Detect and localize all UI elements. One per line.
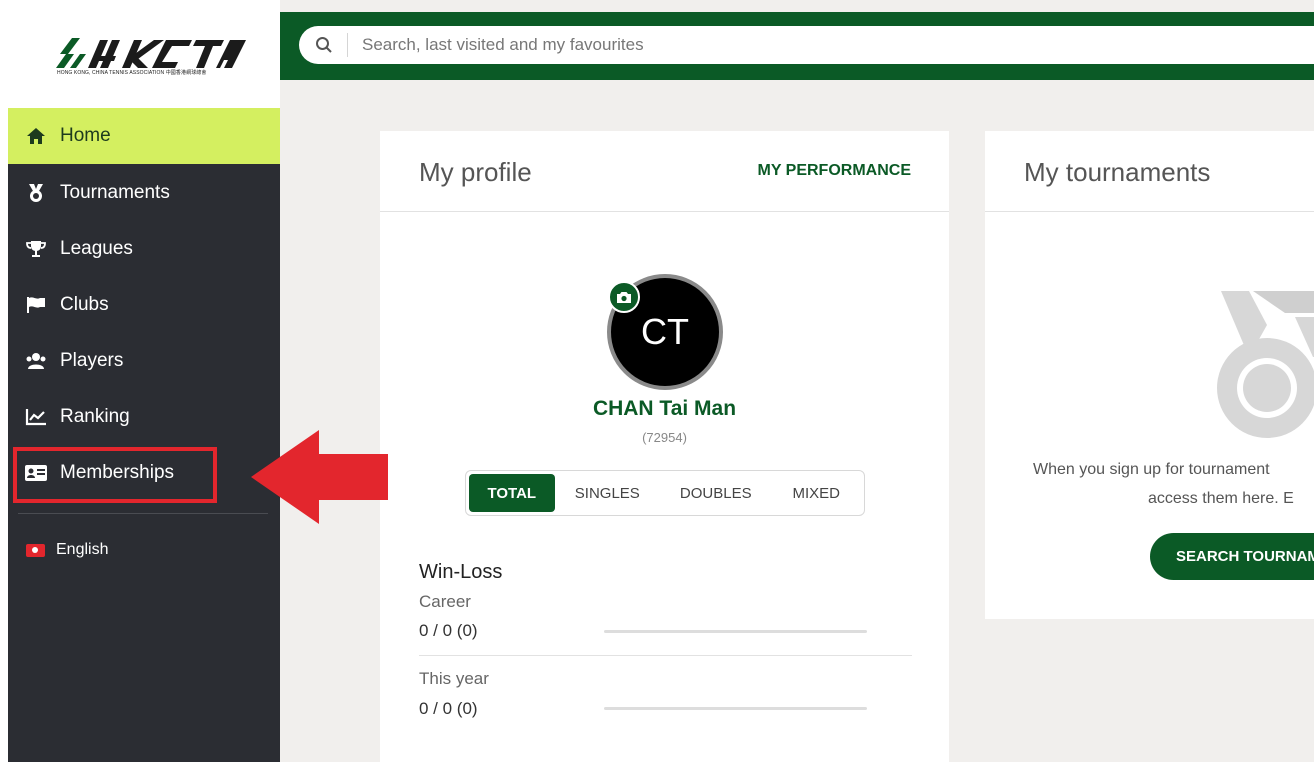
sidebar-item-ranking[interactable]: Ranking bbox=[8, 389, 280, 445]
search-icon bbox=[316, 37, 332, 53]
main-content: My profile MY PERFORMANCE CT CHAN Tai Ma… bbox=[280, 0, 1314, 762]
tab-total[interactable]: TOTAL bbox=[469, 474, 555, 512]
red-arrow-pointer bbox=[251, 430, 388, 524]
search-bar[interactable] bbox=[299, 26, 1314, 64]
hk-flag-icon bbox=[26, 543, 45, 557]
tab-singles[interactable]: SINGLES bbox=[555, 474, 660, 512]
tournaments-empty-message-line1: When you sign up for tournament bbox=[1033, 461, 1270, 478]
sidebar-item-label: Home bbox=[60, 125, 111, 146]
win-loss-title: Win-Loss bbox=[419, 561, 503, 583]
logo-area[interactable]: HONG KONG, CHINA TENNIS ASSOCIATION 中國香港… bbox=[8, 0, 280, 108]
chart-icon bbox=[8, 408, 60, 426]
logo-subtitle: HONG KONG, CHINA TENNIS ASSOCIATION 中國香港… bbox=[57, 70, 207, 76]
player-name: CHAN Tai Man bbox=[592, 397, 737, 420]
player-id: (72954) bbox=[642, 430, 687, 445]
memberships-highlight-box bbox=[13, 447, 217, 503]
sidebar-item-leagues[interactable]: Leagues bbox=[8, 221, 280, 277]
search-input[interactable] bbox=[362, 35, 962, 55]
tournaments-card-header: My tournaments bbox=[985, 131, 1314, 212]
sidebar-item-label: Players bbox=[60, 350, 124, 371]
my-performance-link[interactable]: MY PERFORMANCE bbox=[758, 162, 912, 180]
tournaments-card: My tournaments When you sign up for tour… bbox=[985, 131, 1314, 619]
tournaments-title: My tournaments bbox=[1024, 157, 1211, 187]
players-icon bbox=[8, 352, 60, 370]
this-year-label: This year bbox=[419, 669, 489, 688]
sidebar: HONG KONG, CHINA TENNIS ASSOCIATION 中國香港… bbox=[8, 0, 280, 762]
career-value: 0 / 0 (0) bbox=[419, 621, 478, 640]
search-separator bbox=[347, 33, 348, 57]
profile-title: My profile bbox=[419, 157, 532, 187]
sidebar-item-tournaments[interactable]: Tournaments bbox=[8, 165, 280, 221]
search-tournaments-button[interactable]: SEARCH TOURNAM bbox=[1150, 533, 1314, 580]
sidebar-item-players[interactable]: Players bbox=[8, 333, 280, 389]
sidebar-item-label: Tournaments bbox=[60, 182, 170, 203]
career-progress-bar bbox=[604, 630, 867, 633]
career-label: Career bbox=[419, 592, 471, 611]
this-year-value: 0 / 0 (0) bbox=[419, 699, 478, 718]
sidebar-item-clubs[interactable]: Clubs bbox=[8, 277, 280, 333]
language-selector[interactable]: English bbox=[8, 534, 208, 566]
tournaments-empty-message-line2: access them here. E bbox=[1148, 490, 1294, 507]
stats-tabs: TOTAL SINGLES DOUBLES MIXED bbox=[465, 470, 865, 516]
tab-mixed[interactable]: MIXED bbox=[771, 474, 861, 512]
medal-icon bbox=[8, 183, 60, 203]
medal-placeholder-icon bbox=[1217, 291, 1314, 438]
top-bar bbox=[280, 12, 1314, 80]
sidebar-item-label: Leagues bbox=[60, 238, 133, 259]
flag-icon bbox=[8, 296, 60, 314]
camera-icon[interactable] bbox=[608, 281, 640, 313]
sidebar-item-label: Clubs bbox=[60, 294, 109, 315]
sidebar-item-home[interactable]: Home bbox=[8, 108, 280, 164]
sidebar-divider bbox=[18, 513, 268, 514]
trophy-icon bbox=[8, 240, 60, 258]
this-year-progress-bar bbox=[604, 707, 867, 710]
win-loss-divider bbox=[419, 655, 912, 656]
profile-card-header: My profile MY PERFORMANCE bbox=[380, 131, 949, 212]
avatar-initials: CT bbox=[641, 311, 689, 352]
sidebar-item-label: Ranking bbox=[60, 406, 130, 427]
tab-doubles[interactable]: DOUBLES bbox=[660, 474, 771, 512]
home-icon bbox=[8, 127, 60, 145]
language-label: English bbox=[56, 541, 109, 558]
profile-card: My profile MY PERFORMANCE CT CHAN Tai Ma… bbox=[380, 131, 949, 762]
